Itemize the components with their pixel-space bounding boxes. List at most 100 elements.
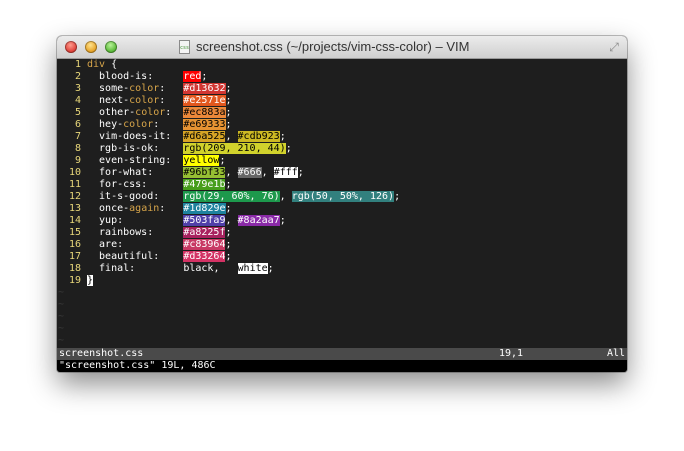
color-swatch-token: white	[237, 263, 268, 274]
code-token: :	[165, 107, 184, 118]
line-code: blood-is: red;	[87, 71, 207, 83]
code-token: ;	[267, 263, 274, 274]
line-code: rgb-is-ok: rgb(209, 210, 44);	[87, 143, 292, 155]
color-swatch-token: rgb(29, 60%, 76)	[183, 191, 280, 202]
code-line[interactable]: 15 rainbows: #a8225f;	[57, 227, 627, 239]
code-token: yup:	[87, 215, 184, 226]
code-line[interactable]: 14 yup: #503fa9, #8a2aa7;	[57, 215, 627, 227]
code-line[interactable]: 8 rgb-is-ok: rgb(209, 210, 44);	[57, 143, 627, 155]
code-token: :	[159, 203, 184, 214]
code-token: hey-	[87, 119, 124, 130]
empty-line-tilde: ~	[58, 335, 65, 346]
code-token: vim-does-it:	[87, 131, 184, 142]
code-line[interactable]: 11 for-css: #479e1b;	[57, 179, 627, 191]
code-token: color	[123, 119, 154, 130]
color-swatch-token: #96bf33	[183, 167, 226, 178]
empty-line-tilde: ~	[58, 287, 65, 298]
code-line[interactable]: 13 once-again: #1d829e;	[57, 203, 627, 215]
color-swatch-token: #d6a525	[183, 131, 226, 142]
window-title: screenshot.css (~/projects/vim-css-color…	[196, 39, 470, 54]
code-token: :	[159, 95, 184, 106]
line-number: 18	[68, 263, 81, 274]
line-code: rainbows: #a8225f;	[87, 227, 232, 239]
code-line[interactable]: 18 final: black, white;	[57, 263, 627, 275]
code-token: for-what:	[87, 167, 184, 178]
line-number: 3	[74, 83, 81, 94]
line-number: 13	[68, 203, 81, 214]
code-line[interactable]: 9 even-string: yellow;	[57, 155, 627, 167]
css-file-icon: css	[179, 40, 190, 54]
zoom-button[interactable]	[105, 41, 117, 53]
code-line[interactable]: 4 next-color: #e2571e;	[57, 95, 627, 107]
line-code: for-css: #479e1b;	[87, 179, 232, 191]
code-token: it-s-good:	[87, 191, 184, 202]
code-line[interactable]: 19}	[57, 275, 627, 287]
line-number: 5	[74, 107, 81, 118]
code-line[interactable]: 1 div {	[57, 59, 627, 71]
line-number: 17	[68, 251, 81, 262]
color-swatch-token: #e69333	[183, 119, 226, 130]
command-message: "screenshot.css" 19L, 486C	[59, 360, 216, 371]
code-token: again	[129, 203, 160, 214]
code-token: color	[129, 83, 160, 94]
code-line[interactable]: 6 hey-color: #e69333;	[57, 119, 627, 131]
color-swatch-token: #479e1b	[183, 179, 226, 190]
close-button[interactable]	[65, 41, 77, 53]
line-code: next-color: #e2571e;	[87, 95, 232, 107]
line-code: for-what: #96bf33, #666, #fff;	[87, 167, 304, 179]
color-swatch-token: #a8225f	[183, 227, 226, 238]
line-code: are: #c83964;	[87, 239, 232, 251]
code-token: ,	[213, 263, 238, 274]
code-line[interactable]: 17 beautiful: #d33264;	[57, 251, 627, 263]
line-code: final: black, white;	[87, 263, 274, 275]
code-token: next-	[87, 95, 130, 106]
line-number: 11	[68, 179, 81, 190]
code-token: beautiful:	[87, 251, 184, 262]
line-number: 19	[68, 275, 81, 286]
line-code: it-s-good: rgb(29, 60%, 76), rgb(50, 50%…	[87, 191, 400, 203]
line-number: 16	[68, 239, 81, 250]
fullscreen-icon[interactable]: ⤢	[607, 40, 621, 54]
color-swatch-token: #8a2aa7	[237, 215, 280, 226]
code-line[interactable]: 7 vim-does-it: #d6a525, #cdb923;	[57, 131, 627, 143]
editor-buffer[interactable]: 1 div {2 blood-is: red; 3 some-color: #d13…	[57, 59, 627, 348]
code-token: rainbows:	[87, 227, 184, 238]
title-bar: css screenshot.css (~/projects/vim-css-c…	[57, 36, 627, 59]
code-line[interactable]: 16 are: #c83964;	[57, 239, 627, 251]
line-number: 9	[74, 155, 81, 166]
vim-window: css screenshot.css (~/projects/vim-css-c…	[57, 36, 627, 372]
line-code: hey-color: #e69333;	[87, 119, 232, 131]
color-swatch-token: #e2571e	[183, 95, 226, 106]
color-swatch-token: #c83964	[183, 239, 226, 250]
line-number: 10	[68, 167, 81, 178]
code-token: are:	[87, 239, 184, 250]
color-swatch-token: red	[183, 71, 202, 82]
code-token: final:	[87, 263, 184, 274]
code-line[interactable]: 3 some-color: #d13632;	[57, 83, 627, 95]
minimize-button[interactable]	[85, 41, 97, 53]
line-number: 6	[74, 119, 81, 130]
code-line[interactable]: 2 blood-is: red;	[57, 71, 627, 83]
line-code: vim-does-it: #d6a525, #cdb923;	[87, 131, 286, 143]
code-token: ;	[225, 83, 232, 94]
empty-line-tilde: ~	[58, 323, 65, 334]
code-line[interactable]: 12 it-s-good: rgb(29, 60%, 76), rgb(50, …	[57, 191, 627, 203]
code-line[interactable]: 10 for-what: #96bf33, #666, #fff;	[57, 167, 627, 179]
command-line[interactable]: "screenshot.css" 19L, 486C	[57, 360, 627, 372]
line-number: 14	[68, 215, 81, 226]
color-swatch-token: #ec883a	[183, 107, 226, 118]
code-token: :	[153, 119, 184, 130]
code-token: color	[129, 95, 160, 106]
color-swatch-token: #d33264	[183, 251, 226, 262]
line-code: yup: #503fa9, #8a2aa7;	[87, 215, 286, 227]
color-swatch-token: #d13632	[183, 83, 226, 94]
code-token: blood-is:	[87, 71, 184, 82]
status-line: screenshot.css 19,1 All	[57, 348, 627, 360]
code-line[interactable]: 5 other-color: #ec883a;	[57, 107, 627, 119]
code-token: color	[135, 107, 166, 118]
code-token: ;	[219, 155, 226, 166]
code-token: ;	[225, 95, 232, 106]
line-number: 12	[68, 191, 81, 202]
line-code: div {	[87, 59, 117, 71]
code-token: div	[87, 59, 106, 70]
